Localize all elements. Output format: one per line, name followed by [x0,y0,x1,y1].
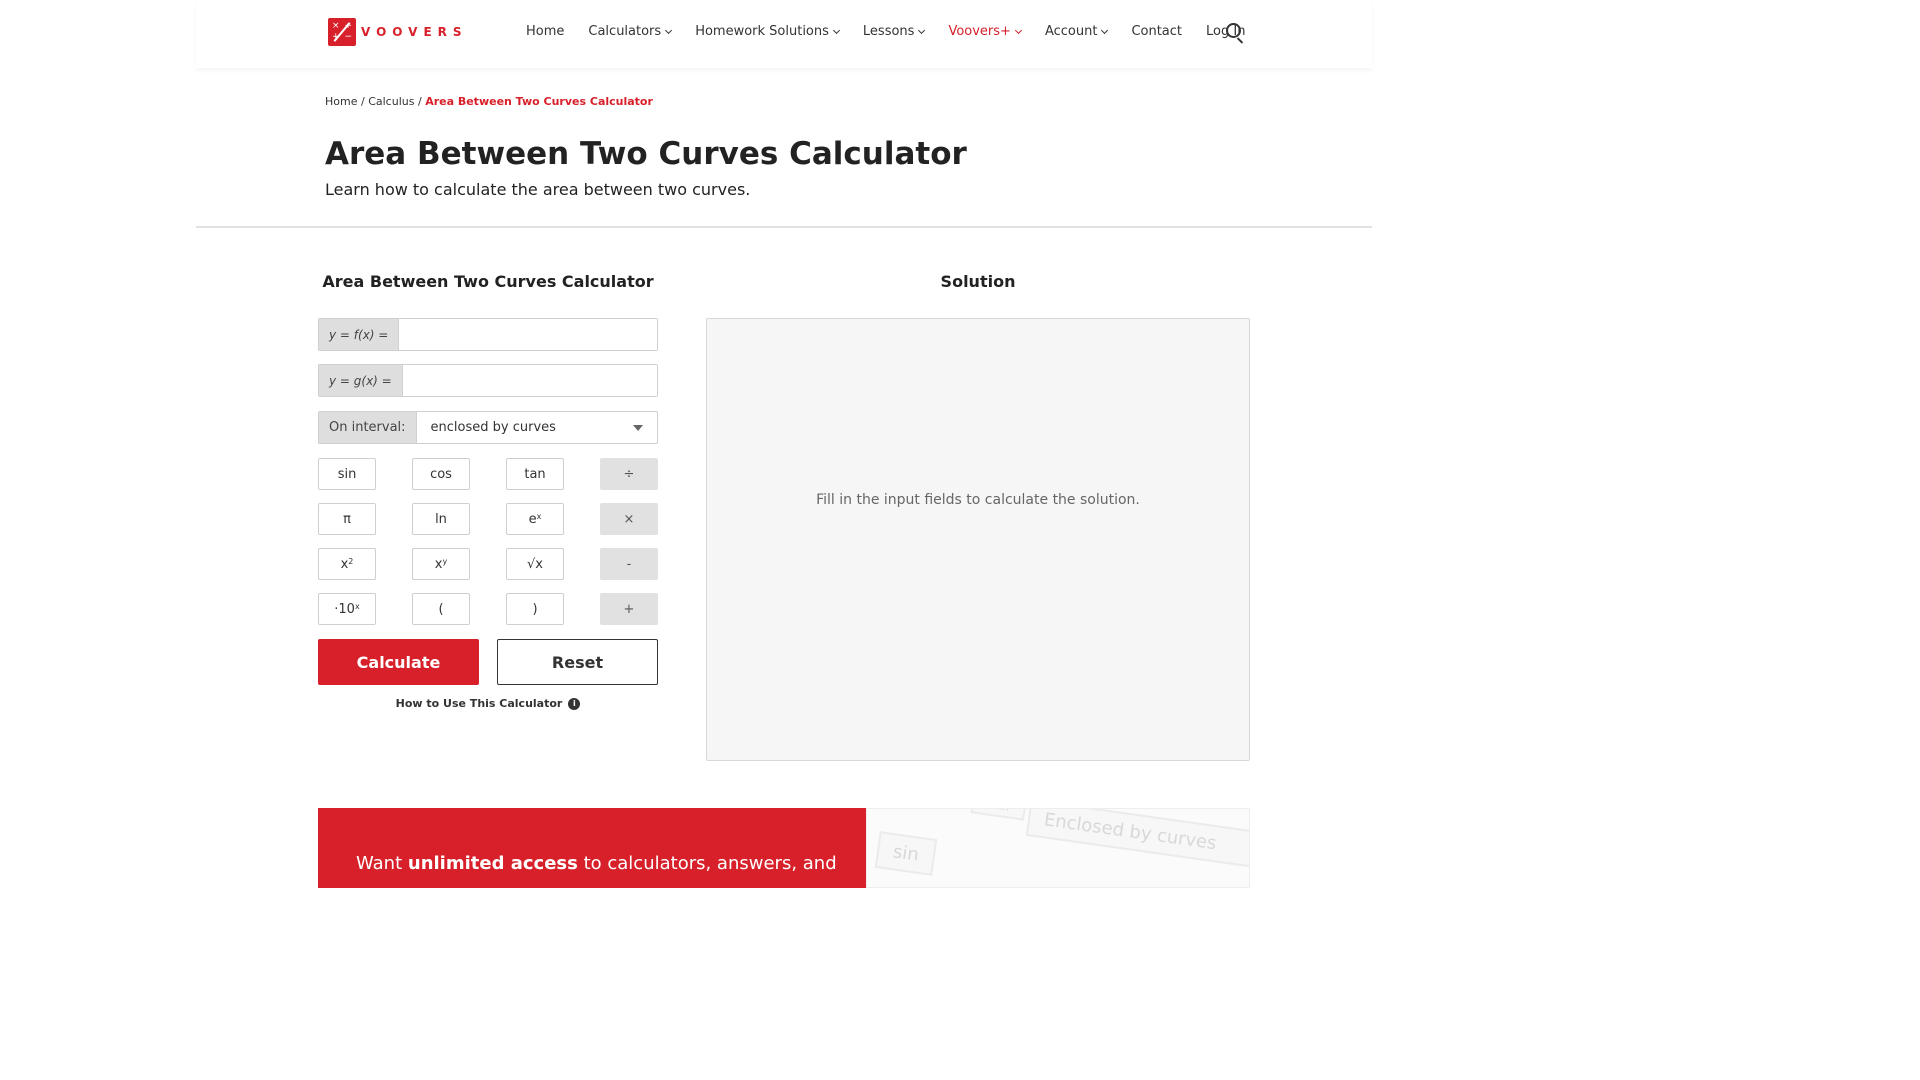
g-of-x-field: y = g(x) = [318,364,658,397]
nav-account[interactable]: Account [1045,24,1109,39]
ghost-interval-select: Enclosed by curves [1025,809,1249,872]
how-to-use-link[interactable]: How to Use This Calculator i [318,697,658,710]
nav-homework-solutions[interactable]: Homework Solutions [695,24,840,39]
key-divide[interactable]: ÷ [600,458,658,490]
nav-calculators[interactable]: Calculators [588,24,673,39]
chevron-down-icon [1101,26,1109,34]
nav-home[interactable]: Home [526,24,564,39]
nav-contact[interactable]: Contact [1131,24,1182,39]
calculate-button[interactable]: Calculate [318,639,479,685]
f-of-x-input[interactable] [398,319,657,350]
breadcrumb-separator: / [360,95,365,108]
key-times-ten-power[interactable]: ·10 x [318,593,376,625]
key-cos[interactable]: cos [412,458,470,490]
interval-label: On interval: [319,412,416,443]
interval-select[interactable]: enclosed by curves [415,412,657,443]
dropdown-caret-icon [633,424,643,431]
chevron-down-icon [918,26,926,34]
key-pi[interactable]: π [318,503,376,535]
main-nav: Home Calculators Homework Solutions Less… [526,24,1269,39]
solution-heading: Solution [940,272,1016,291]
key-x-power-y[interactable]: xy [412,548,470,580]
keypad: sin cos tan ÷ π ln ex × x2 xy √x - ·10 x … [318,458,658,625]
g-of-x-input[interactable] [401,365,657,396]
logo-text: VOOVERS [361,25,468,39]
chevron-down-icon [665,26,673,34]
interval-selected-value: enclosed by curves [430,420,556,435]
g-of-x-label: y = g(x) = [319,365,402,396]
key-sqrt[interactable]: √x [506,548,564,580]
solution-placeholder: Fill in the input fields to calculate th… [816,491,1140,508]
breadcrumb-calculus[interactable]: Calculus [368,95,414,108]
promo-banner: Want unlimited access to calculators, an… [318,808,866,888]
breadcrumb-separator: / [417,95,422,108]
ghost-sin-key: sin [874,831,938,876]
key-ln[interactable]: ln [412,503,470,535]
solution-panel: Fill in the input fields to calculate th… [706,318,1250,761]
key-right-paren[interactable]: ) [506,593,564,625]
key-x-squared[interactable]: x2 [318,548,376,580]
nav-lessons[interactable]: Lessons [863,24,926,39]
search-icon[interactable] [1226,23,1246,44]
divider [196,226,1372,228]
page-subtitle: Learn how to calculate the area between … [325,180,751,199]
key-multiply[interactable]: × [600,503,658,535]
key-minus[interactable]: - [600,548,658,580]
ghost-interval-label: val [970,809,1028,821]
breadcrumb: Home / Calculus / Area Between Two Curve… [325,95,653,108]
nav-voovers-plus[interactable]: Voovers+ [948,24,1022,39]
logo-mark-icon: ×÷+− [328,18,356,46]
promo-calculator-image: val sin Enclosed by curves [866,808,1250,888]
info-icon: i [568,697,581,710]
f-of-x-label: y = f(x) = [319,319,399,350]
key-tan[interactable]: tan [506,458,564,490]
how-to-use-label: How to Use This Calculator [395,697,563,710]
reset-button[interactable]: Reset [497,639,658,685]
interval-field: On interval: enclosed by curves [318,411,658,444]
key-sin[interactable]: sin [318,458,376,490]
promo-text: Want unlimited access to calculators, an… [356,853,837,874]
key-e-power[interactable]: ex [506,503,564,535]
breadcrumb-current: Area Between Two Curves Calculator [425,95,653,108]
breadcrumb-home[interactable]: Home [325,95,357,108]
calculator-heading: Area Between Two Curves Calculator [322,272,654,291]
page-title: Area Between Two Curves Calculator [325,136,967,172]
chevron-down-icon [832,26,840,34]
key-plus[interactable]: + [600,593,658,625]
f-of-x-field: y = f(x) = [318,318,658,351]
key-left-paren[interactable]: ( [412,593,470,625]
logo[interactable]: ×÷+− VOOVERS [328,18,468,46]
site-header: ×÷+− VOOVERS Home Calculators Homework S… [196,0,1372,68]
chevron-down-icon [1014,26,1022,34]
